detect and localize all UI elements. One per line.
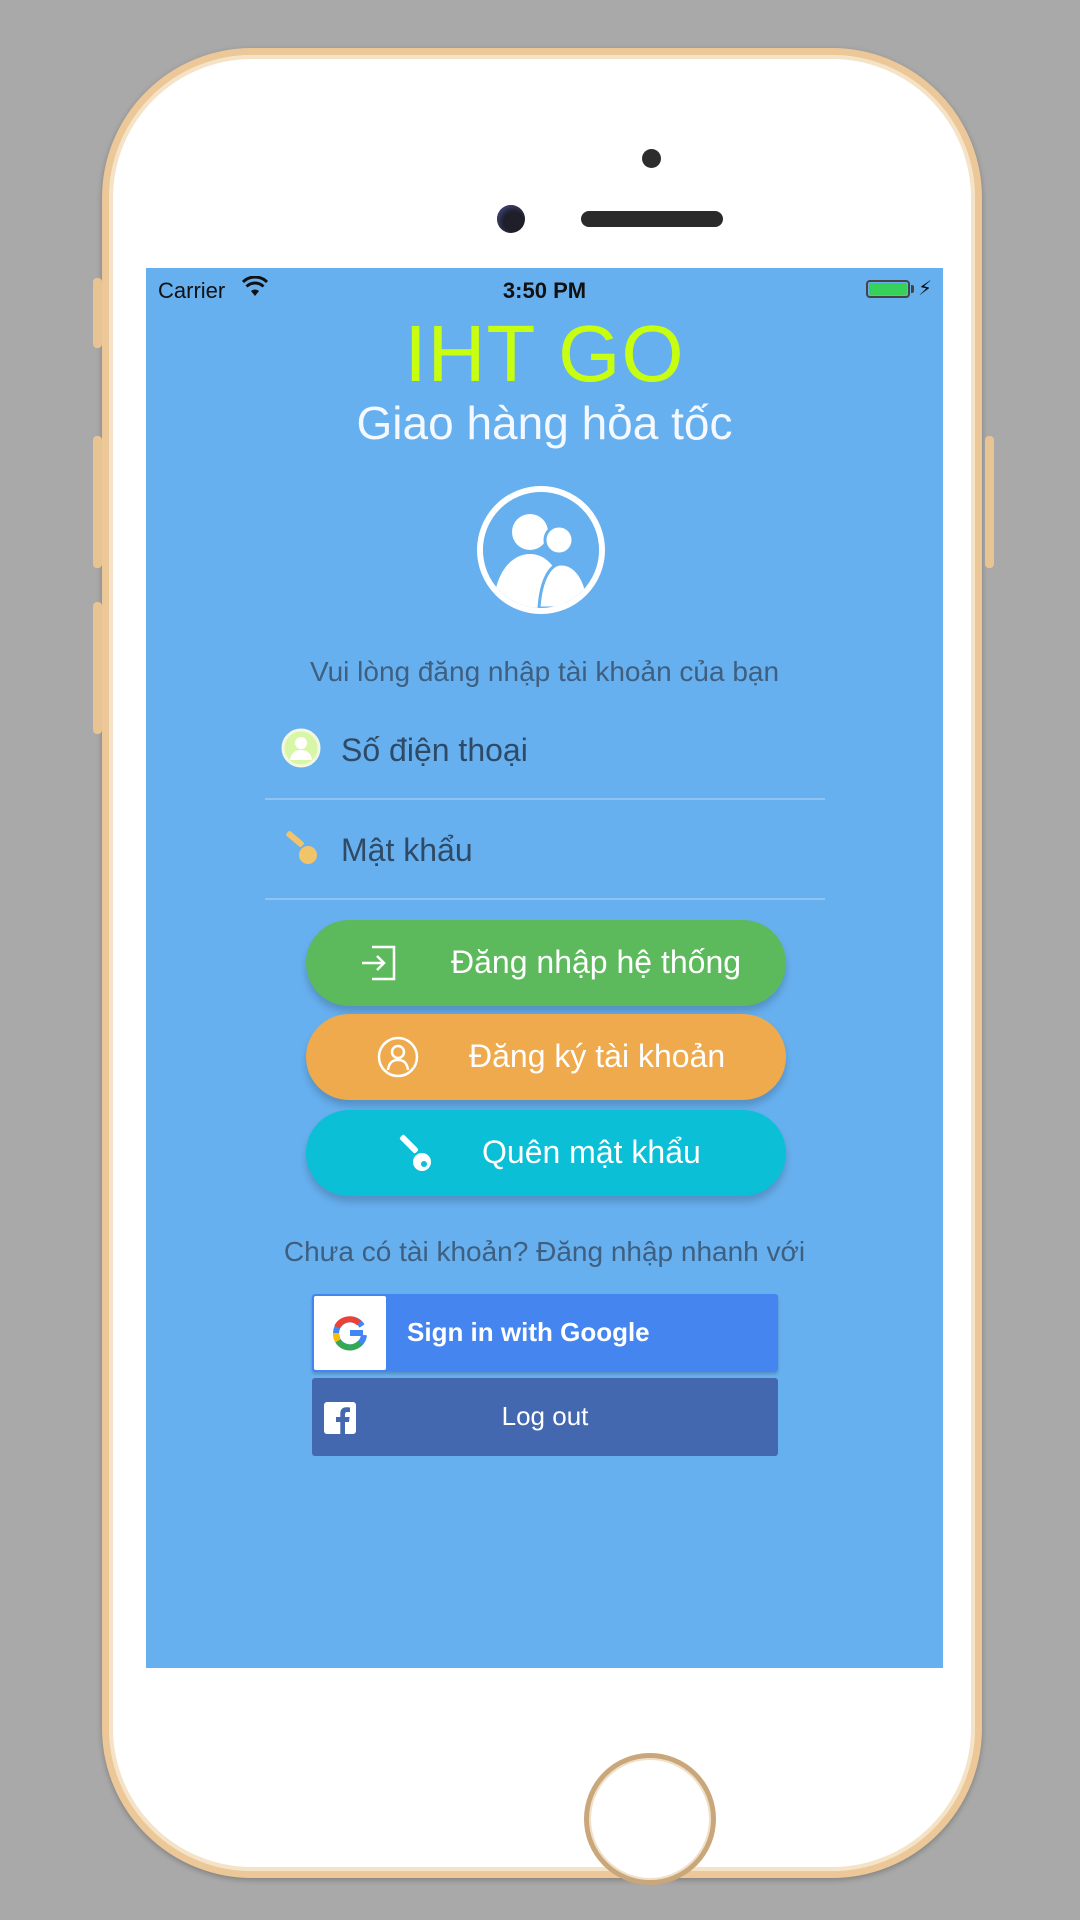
mute-switch [93,278,102,348]
home-button[interactable] [584,1753,716,1885]
clock: 3:50 PM [502,278,587,303]
phone-field[interactable]: Số điện thoại [265,702,825,800]
password-placeholder: Mật khẩu [341,832,473,868]
quick-login-prompt: Chưa có tài khoản? Đăng nhập nhanh với [283,1236,806,1267]
login-button[interactable]: Đăng nhập hệ thống [306,920,786,1006]
login-prompt: Vui lòng đăng nhập tài khoản của bạn [309,656,780,687]
charging-icon: ⚡ [918,278,933,300]
earpiece-speaker [581,211,723,227]
app-subtitle: Giao hàng hỏa tốc [356,397,733,449]
forgot-password-button[interactable]: Quên mật khẩu [306,1110,786,1196]
phone-placeholder: Số điện thoại [341,732,528,768]
battery-icon [866,280,910,298]
front-camera [497,205,525,233]
status-bar: Carrier 3:50 PM ⚡ [146,268,943,312]
login-button-label: Đăng nhập hệ thống [451,944,742,980]
users-icon [477,486,605,614]
battery-tip [911,285,914,293]
key-icon [392,1131,436,1175]
google-logo [333,1316,367,1351]
password-field[interactable]: Mật khẩu [265,802,825,900]
google-sign-in-label: Sign in with Google [407,1317,650,1347]
app-title: IHT GO [404,309,685,398]
user-icon [281,728,321,768]
facebook-logout-label: Log out [501,1401,589,1431]
power-button [985,436,994,568]
register-button[interactable]: Đăng ký tài khoản [306,1014,786,1100]
key-icon [281,828,321,868]
login-icon [358,941,402,985]
register-button-label: Đăng ký tài khoản [469,1038,726,1074]
facebook-logout-button[interactable]: Log out [312,1378,778,1456]
user-outline-icon [376,1035,420,1079]
proximity-sensor [642,149,661,168]
volume-up-button [93,436,102,568]
forgot-password-button-label: Quên mật khẩu [482,1134,701,1170]
volume-down-button [93,602,102,734]
app-screen: Carrier 3:50 PM ⚡ IHT GO Giao hàng hỏa t… [146,268,943,1668]
google-logo-box [314,1296,386,1370]
google-sign-in-button[interactable]: Sign in with Google [312,1294,778,1372]
